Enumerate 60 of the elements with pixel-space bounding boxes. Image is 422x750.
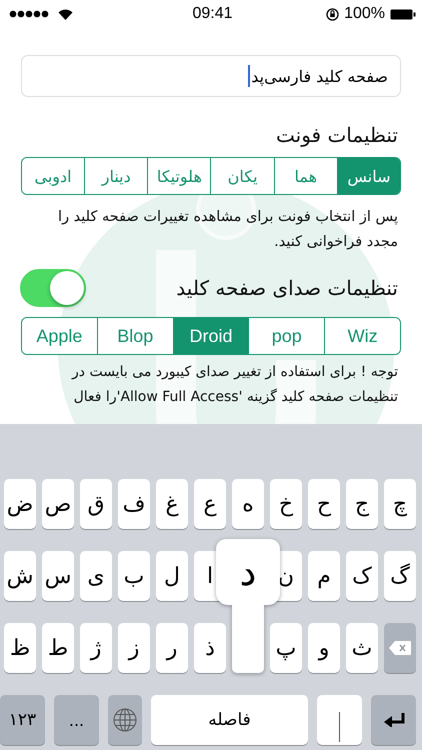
- font-hint-text: پس از انتخاب فونت برای مشاهده تغییرات صفحه کلید را مجدد فراخوانی کنید.: [57, 208, 398, 252]
- keyboard-key[interactable]: پ: [270, 623, 302, 673]
- keyboard-key[interactable]: فاصله: [151, 695, 308, 745]
- font-tab[interactable]: یکان: [211, 158, 275, 194]
- keyboard-key[interactable]: ظ: [4, 623, 36, 673]
- font-tab[interactable]: سانس: [338, 158, 400, 194]
- rotation-lock-icon: [326, 8, 340, 20]
- cursor-key[interactable]: [317, 695, 362, 745]
- wifi-icon: [58, 8, 73, 20]
- backspace-key[interactable]: [384, 623, 416, 673]
- keyboard-key[interactable]: ر: [156, 623, 188, 673]
- keyboard-key[interactable]: و: [308, 623, 340, 673]
- keyboard-key[interactable]: ز: [118, 623, 150, 673]
- keyboard-key[interactable]: ک: [346, 551, 378, 601]
- sound-tab[interactable]: Droid: [174, 318, 250, 354]
- input-field[interactable]: صفحه کلید فارسی‌پد: [21, 55, 401, 97]
- globe-key[interactable]: [108, 695, 142, 745]
- section-heading: تنظیمات صدای صفحه کلید: [176, 276, 398, 300]
- sound-tab[interactable]: Apple: [22, 318, 98, 354]
- sound-tab[interactable]: pop: [249, 318, 326, 354]
- return-icon: [382, 713, 404, 727]
- keyboard-key[interactable]: گ: [384, 551, 416, 601]
- keyboard-key[interactable]: ع: [194, 479, 226, 529]
- sound-tab[interactable]: Wiz: [325, 318, 400, 354]
- keyboard-key[interactable]: ذ: [194, 623, 226, 673]
- keyboard-key[interactable]: ه: [232, 479, 264, 529]
- keyboard-key[interactable]: ق: [80, 479, 112, 529]
- keyboard-key[interactable]: ض: [4, 479, 36, 529]
- note-text: توجه ! برای استفاده از تغییر صدای کیبورد می بایست در تنظیمات صفحه کلید گزینه 'Allow Full Access'را فعال: [70, 363, 398, 407]
- keyboard-key[interactable]: م: [308, 551, 340, 601]
- battery-percent: 100%: [344, 5, 385, 23]
- keyboard-key[interactable]: ث: [346, 623, 378, 673]
- font-tab[interactable]: ادوبی: [22, 158, 86, 194]
- key-preview-letter: د: [240, 553, 256, 591]
- sound-toggle[interactable]: [20, 269, 86, 307]
- sound-tab[interactable]: Blop: [98, 318, 174, 354]
- status-time: 09:41: [192, 5, 233, 23]
- keyboard-key[interactable]: چ: [384, 479, 416, 529]
- keyboard-key[interactable]: ج: [346, 479, 378, 529]
- keyboard-key[interactable]: ط: [42, 623, 74, 673]
- keyboard-key[interactable]: غ: [156, 479, 188, 529]
- globe-icon: [113, 708, 137, 732]
- keyboard-key[interactable]: س: [42, 551, 74, 601]
- keyboard-key[interactable]: ...: [54, 695, 99, 745]
- keyboard-key[interactable]: ل: [156, 551, 188, 601]
- section-heading: تنظیمات فونت: [275, 123, 398, 147]
- cursor-icon: [339, 712, 340, 742]
- return-key[interactable]: [371, 695, 416, 745]
- backspace-icon: [388, 640, 412, 656]
- font-tab[interactable]: هما: [274, 158, 338, 194]
- keyboard-key[interactable]: ص: [42, 479, 74, 529]
- keyboard-key[interactable]: خ: [270, 479, 302, 529]
- keyboard-key[interactable]: ی: [80, 551, 112, 601]
- battery-icon: [390, 8, 416, 20]
- keyboard-key[interactable]: ب: [118, 551, 150, 601]
- keyboard-key[interactable]: ژ: [80, 623, 112, 673]
- keyboard-key[interactable]: ۱۲۳: [0, 695, 45, 745]
- keyboard-key[interactable]: ح: [308, 479, 340, 529]
- keyboard-key[interactable]: ف: [118, 479, 150, 529]
- keyboard-key[interactable]: ش: [4, 551, 36, 601]
